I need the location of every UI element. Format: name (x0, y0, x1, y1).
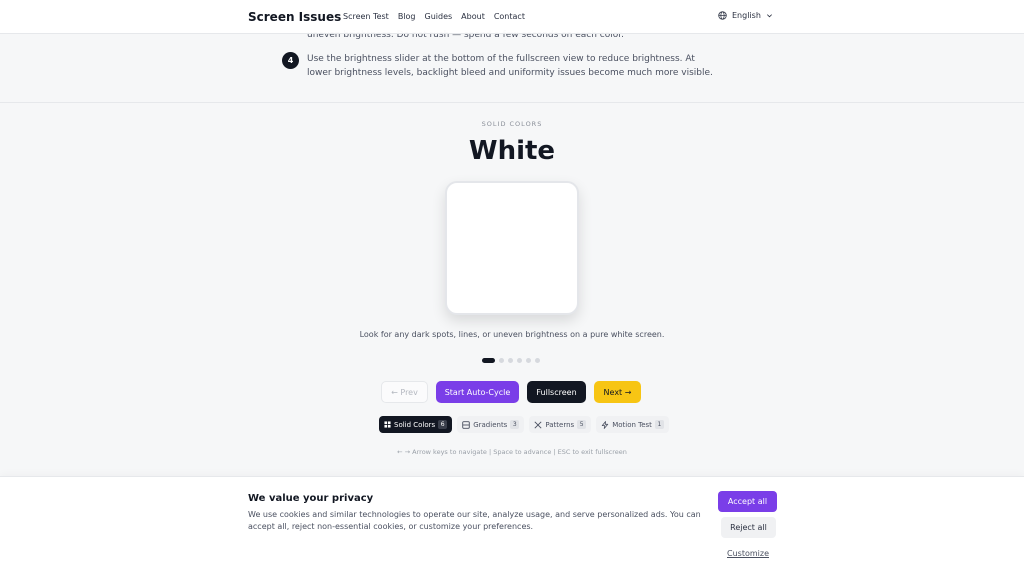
tab-label: Patterns (545, 420, 575, 429)
tab-label: Solid Colors (394, 420, 436, 429)
count-badge: 1 (654, 420, 664, 429)
main-nav: Screen Test Blog Guides About Contact (343, 12, 525, 21)
tab-label: Motion Test (612, 420, 652, 429)
site-header: Screen Issues Screen Test Blog Guides Ab… (0, 0, 1024, 34)
count-badge: 5 (577, 420, 587, 429)
tab-solid-colors[interactable]: Solid Colors 6 (379, 416, 453, 433)
nav-about[interactable]: About (461, 12, 485, 21)
nav-guides[interactable]: Guides (425, 12, 453, 21)
fullscreen-button[interactable]: Fullscreen (527, 381, 586, 403)
color-swatch[interactable] (445, 181, 579, 315)
section-eyebrow: SOLID COLORS (481, 120, 543, 128)
progress-dot[interactable] (526, 358, 531, 363)
progress-dot[interactable] (517, 358, 522, 363)
auto-cycle-button[interactable]: Start Auto-Cycle (436, 381, 519, 403)
globe-icon (718, 11, 727, 20)
tab-patterns[interactable]: Patterns 5 (529, 416, 592, 433)
cookie-banner: We value your privacy We use cookies and… (0, 476, 1024, 576)
grid-icon (384, 421, 391, 428)
brand-logo[interactable]: Screen Issues (248, 10, 341, 24)
count-badge: 6 (438, 420, 448, 429)
progress-dot[interactable] (482, 358, 495, 363)
pattern-icon (534, 420, 542, 429)
category-tabs: Solid Colors 6 Gradients 3 Patterns 5 Mo… (379, 416, 669, 433)
cookie-title: We value your privacy (248, 493, 374, 504)
test-controls: ← Prev Start Auto-Cycle Fullscreen Next … (381, 381, 641, 403)
reject-all-button[interactable]: Reject all (721, 517, 776, 538)
customize-link[interactable]: Customize (727, 549, 769, 558)
progress-dot[interactable] (535, 358, 540, 363)
progress-dots (482, 358, 540, 363)
tab-gradients[interactable]: Gradients 3 (457, 416, 525, 433)
tab-motion-test[interactable]: Motion Test 1 (596, 416, 669, 433)
step-text: Use the brightness slider at the bottom … (307, 54, 713, 78)
chevron-down-icon (766, 12, 773, 19)
prev-button[interactable]: ← Prev (381, 381, 428, 403)
color-title: White (468, 136, 556, 166)
progress-dot[interactable] (508, 358, 513, 363)
color-description: Look for any dark spots, lines, or uneve… (359, 330, 665, 339)
nav-screen-test[interactable]: Screen Test (343, 12, 389, 21)
accept-all-button[interactable]: Accept all (718, 491, 777, 512)
step-number-badge: 4 (282, 52, 299, 69)
keyboard-hint: ← → Arrow keys to navigate | Space to ad… (397, 448, 627, 456)
nav-blog[interactable]: Blog (398, 12, 416, 21)
cookie-text: We use cookies and similar technologies … (248, 510, 701, 531)
progress-dot[interactable] (499, 358, 504, 363)
motion-icon (601, 420, 609, 429)
tab-label: Gradients (473, 420, 508, 429)
language-label: English (732, 11, 761, 20)
language-selector[interactable]: English (718, 11, 773, 20)
next-button[interactable]: Next → (594, 381, 641, 403)
gradient-icon (462, 420, 470, 429)
count-badge: 3 (510, 420, 520, 429)
nav-contact[interactable]: Contact (494, 12, 525, 21)
